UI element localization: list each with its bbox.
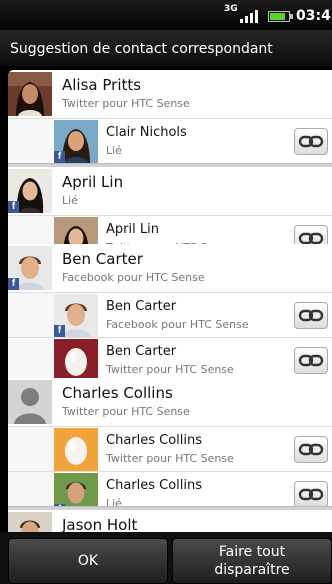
ok-button[interactable]: OK	[8, 538, 168, 584]
contact-row[interactable]: f April Lin Lié	[8, 167, 332, 215]
match-row[interactable]: Ben Carter Twitter pour HTC Sense	[8, 337, 332, 382]
status-bar: 3G 03:45	[0, 0, 332, 30]
action-bar: OK Faire tout disparaître	[0, 532, 332, 584]
facebook-icon: f	[54, 325, 65, 337]
contact-row[interactable]: Jason Holt	[8, 510, 332, 532]
contact-source: Twitter pour HTC Sense	[62, 405, 190, 418]
match-name: Ben Carter	[106, 299, 177, 314]
match-source: Facebook pour HTC Sense	[106, 318, 249, 331]
avatar: f	[54, 294, 98, 337]
link-button[interactable]	[294, 347, 328, 374]
avatar: f	[8, 169, 52, 213]
avatar	[8, 380, 52, 424]
match-name: Clair Nichols	[106, 125, 187, 140]
match-row[interactable]: f Clair Nichols Lié	[8, 118, 332, 163]
link-button[interactable]	[294, 436, 328, 463]
network-type: 3G	[224, 4, 238, 14]
contact-name: Jason Holt	[62, 516, 138, 532]
contact-row[interactable]: Charles Collins Twitter pour HTC Sense	[8, 378, 332, 426]
ok-button-label: OK	[77, 553, 99, 569]
contact-name: April Lin	[62, 173, 124, 191]
avatar: f	[54, 120, 98, 163]
contact-source: Lié	[62, 194, 78, 207]
avatar	[54, 339, 98, 382]
chain-link-icon	[298, 488, 324, 501]
title-bar: Suggestion de contact correspondant	[0, 30, 332, 66]
match-name: April Lin	[106, 222, 159, 237]
clock: 03:45	[296, 8, 332, 24]
match-name: Charles Collins	[106, 478, 203, 493]
contact-row[interactable]: Alisa Pritts Twitter pour HTC Sense	[8, 70, 332, 118]
dismiss-all-button-label: Faire tout disparaître	[214, 544, 290, 578]
avatar	[8, 72, 52, 116]
match-source: Lié	[106, 144, 122, 157]
contact-name: Charles Collins	[62, 384, 173, 402]
match-row[interactable]: f Ben Carter Facebook pour HTC Sense	[8, 292, 332, 337]
avatar	[8, 512, 52, 532]
facebook-icon: f	[8, 201, 19, 213]
chain-link-icon	[298, 354, 324, 367]
avatar: f	[8, 246, 52, 290]
match-name: Charles Collins	[106, 433, 203, 448]
link-button[interactable]	[294, 302, 328, 329]
link-button[interactable]	[294, 481, 328, 508]
chain-link-icon	[298, 135, 324, 148]
contact-row[interactable]: f Ben Carter Facebook pour HTC Sense	[8, 244, 332, 292]
link-button[interactable]	[294, 128, 328, 155]
suggestion-list[interactable]: Alisa Pritts Twitter pour HTC Sense f Cl…	[8, 70, 332, 532]
chain-link-icon	[298, 443, 324, 456]
contact-name: Alisa Pritts	[62, 76, 142, 94]
avatar	[54, 428, 98, 471]
contact-source: Facebook pour HTC Sense	[62, 271, 205, 284]
chain-link-icon	[298, 309, 324, 322]
match-name: Ben Carter	[106, 344, 177, 359]
match-source: Twitter pour HTC Sense	[106, 363, 234, 376]
match-source: Twitter pour HTC Sense	[106, 452, 234, 465]
contact-name: Ben Carter	[62, 250, 143, 268]
signal-strength-icon	[240, 9, 262, 23]
battery-icon	[268, 11, 293, 22]
match-row[interactable]: Charles Collins Twitter pour HTC Sense	[8, 426, 332, 471]
facebook-icon: f	[54, 151, 65, 163]
page-title: Suggestion de contact correspondant	[10, 41, 273, 57]
contact-source: Twitter pour HTC Sense	[62, 97, 190, 110]
facebook-icon: f	[8, 278, 19, 290]
dismiss-all-button[interactable]: Faire tout disparaître	[172, 538, 332, 584]
